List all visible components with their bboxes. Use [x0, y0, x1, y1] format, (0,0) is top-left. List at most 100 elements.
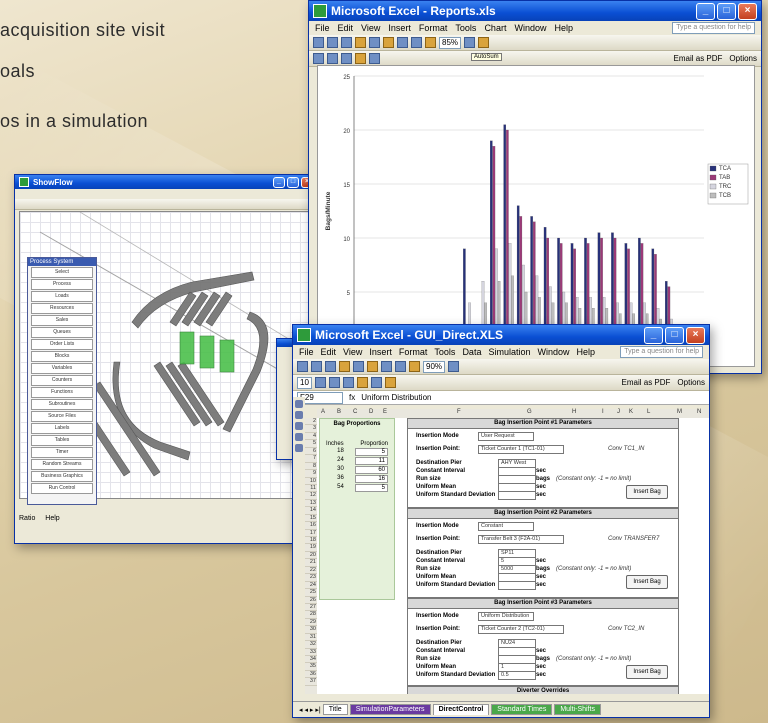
insert-bag-button[interactable]: Insert Bag: [626, 485, 668, 499]
insertion-point-select[interactable]: Transfer Belt 3 (F2A-01): [478, 535, 564, 544]
menu-item-view[interactable]: View: [343, 347, 362, 357]
menu-item-insert[interactable]: Insert: [369, 347, 392, 357]
copy-icon[interactable]: [397, 37, 408, 48]
column-header[interactable]: M: [677, 409, 682, 415]
fill-color-icon[interactable]: [384, 377, 396, 388]
help-search-input[interactable]: Type a question for help: [672, 22, 755, 34]
gui-titlebar[interactable]: Microsoft Excel - GUI_Direct.XLS _ □ ×: [293, 325, 709, 345]
email-pdf-button[interactable]: Email as PDF: [622, 378, 671, 387]
row-header[interactable]: 6: [305, 448, 317, 456]
minimize-icon[interactable]: _: [696, 2, 715, 20]
column-header[interactable]: H: [572, 409, 576, 415]
row-header[interactable]: 29: [305, 619, 317, 627]
new-icon[interactable]: [297, 361, 308, 372]
insertion-mode-select[interactable]: Uniform Distribution: [478, 612, 534, 621]
email-pdf-button[interactable]: Email as PDF: [674, 54, 723, 63]
menu-item-window[interactable]: Window: [537, 347, 569, 357]
font-color-icon[interactable]: [369, 53, 380, 64]
column-header[interactable]: F: [457, 409, 461, 415]
save-icon[interactable]: [341, 37, 352, 48]
insert-bag-button[interactable]: Insert Bag: [626, 575, 668, 589]
uniform-sd-input[interactable]: [498, 581, 536, 590]
sheet-tab[interactable]: Title: [322, 704, 348, 715]
row-header[interactable]: 22: [305, 567, 317, 575]
new-icon[interactable]: [313, 37, 324, 48]
proportion-input[interactable]: 11: [355, 457, 388, 465]
proportion-input[interactable]: 60: [355, 466, 388, 474]
row-header[interactable]: 11: [305, 485, 317, 493]
menu-item-data[interactable]: Data: [462, 347, 481, 357]
column-header[interactable]: E: [383, 409, 387, 415]
row-header[interactable]: 12: [305, 492, 317, 500]
column-header[interactable]: N: [697, 409, 701, 415]
menu-item-help[interactable]: Help: [554, 23, 573, 33]
copy-icon[interactable]: [381, 361, 392, 372]
menu-item-format[interactable]: Format: [399, 347, 428, 357]
proportion-input[interactable]: 5: [355, 484, 388, 492]
maximize-icon[interactable]: □: [287, 176, 299, 188]
column-header[interactable]: K: [629, 409, 633, 415]
menu-item-insert[interactable]: Insert: [388, 23, 411, 33]
palette-item[interactable]: Source Files: [31, 411, 93, 422]
proportion-input[interactable]: 5: [355, 448, 388, 456]
open-icon[interactable]: [311, 361, 322, 372]
palette-item[interactable]: Timer: [31, 447, 93, 458]
row-header[interactable]: 33: [305, 649, 317, 656]
row-header[interactable]: 28: [305, 611, 317, 619]
menu-item-simulation[interactable]: Simulation: [488, 347, 530, 357]
row-header[interactable]: 13: [305, 500, 317, 508]
italic-icon[interactable]: [327, 53, 338, 64]
spell-icon[interactable]: [353, 361, 364, 372]
print-icon[interactable]: [355, 37, 366, 48]
options-button[interactable]: Options: [729, 54, 757, 63]
column-header[interactable]: G: [527, 409, 532, 415]
column-header[interactable]: A: [321, 409, 325, 415]
palette-item[interactable]: Counters: [31, 375, 93, 386]
palette-item[interactable]: Loads: [31, 291, 93, 302]
menu-item-view[interactable]: View: [361, 23, 380, 33]
save-icon[interactable]: [325, 361, 336, 372]
menu-item-tools[interactable]: Tools: [434, 347, 455, 357]
menu-item-file[interactable]: File: [315, 23, 330, 33]
row-header[interactable]: 17: [305, 530, 317, 537]
menu-item-chart[interactable]: Chart: [484, 23, 506, 33]
palette-item[interactable]: Order Lists: [31, 339, 93, 350]
uniform-sd-input[interactable]: 0.5: [498, 671, 536, 680]
row-header[interactable]: 5: [305, 440, 317, 448]
chart-icon[interactable]: [448, 361, 460, 372]
row-header[interactable]: 27: [305, 604, 317, 612]
palette-item[interactable]: Sales: [31, 315, 93, 326]
row-header[interactable]: 36: [305, 671, 317, 679]
palette-item[interactable]: Resources: [31, 303, 93, 314]
palette-item[interactable]: Functions: [31, 387, 93, 398]
cut-icon[interactable]: [367, 361, 378, 372]
column-header[interactable]: D: [369, 409, 373, 415]
font-size-select[interactable]: 10: [297, 376, 312, 389]
palette-item[interactable]: Subroutines: [31, 399, 93, 410]
options-button[interactable]: Options: [677, 378, 705, 387]
preview-icon[interactable]: [369, 37, 380, 48]
minimize-icon[interactable]: _: [273, 176, 285, 188]
sheet-tab[interactable]: DirectControl: [432, 704, 490, 715]
row-header[interactable]: 32: [305, 641, 317, 649]
italic-icon[interactable]: [328, 377, 340, 388]
palette-item[interactable]: Variables: [31, 363, 93, 374]
insertion-point-select[interactable]: Ticket Counter 2 (TC2-01): [478, 625, 564, 634]
menu-item-help[interactable]: Help: [577, 347, 596, 357]
row-header[interactable]: 23: [305, 574, 317, 582]
menu-item-file[interactable]: File: [299, 347, 314, 357]
side-tool-icon[interactable]: [295, 400, 303, 408]
row-header[interactable]: 24: [305, 582, 317, 590]
zoom-select[interactable]: 85%: [439, 36, 462, 49]
menu-item-format[interactable]: Format: [419, 23, 448, 33]
row-header[interactable]: 21: [305, 559, 317, 567]
chart-icon[interactable]: [464, 37, 476, 48]
insertion-mode-select[interactable]: Constant: [478, 522, 534, 531]
bold-icon[interactable]: [314, 377, 326, 388]
sim-titlebar[interactable]: ShowFlow _ □ ×: [15, 175, 317, 189]
row-header[interactable]: 10: [305, 478, 317, 485]
row-header[interactable]: 26: [305, 597, 317, 604]
close-icon[interactable]: ×: [738, 2, 757, 20]
menu-item-window[interactable]: Window: [514, 23, 546, 33]
row-header[interactable]: 4: [305, 433, 317, 441]
